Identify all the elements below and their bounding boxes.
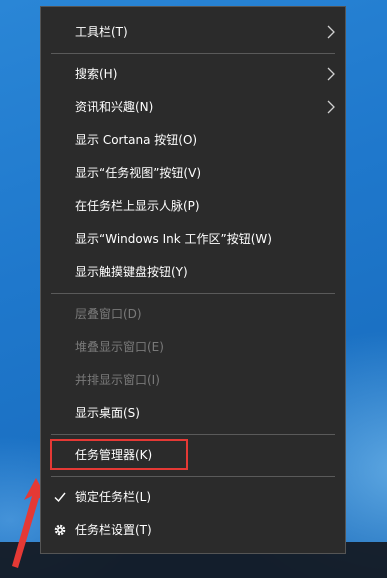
chevron-right-icon xyxy=(327,100,335,114)
menu-item-label: 资讯和兴趣(N) xyxy=(75,100,154,114)
menu-item-label: 并排显示窗口(I) xyxy=(75,373,160,387)
menu-item-label: 任务栏设置(T) xyxy=(75,523,152,537)
menu-item-label: 显示桌面(S) xyxy=(75,406,140,420)
menu-item-show-cortana[interactable]: 显示 Cortana 按钮(O) xyxy=(41,125,345,155)
menu-separator xyxy=(51,434,335,435)
chevron-right-icon xyxy=(327,67,335,81)
menu-item-show-people[interactable]: 在任务栏上显示人脉(P) xyxy=(41,191,345,221)
menu-item-show-desktop[interactable]: 显示桌面(S) xyxy=(41,398,345,428)
menu-separator xyxy=(51,293,335,294)
menu-item-cascade-windows: 层叠窗口(D) xyxy=(41,299,345,329)
menu-item-side-by-side-windows: 并排显示窗口(I) xyxy=(41,365,345,395)
menu-item-label: 搜索(H) xyxy=(75,67,118,81)
chevron-right-icon xyxy=(327,25,335,39)
menu-item-label: 显示“Windows Ink 工作区”按钮(W) xyxy=(75,232,272,246)
menu-item-news-interests[interactable]: 资讯和兴趣(N) xyxy=(41,92,345,122)
menu-item-label: 在任务栏上显示人脉(P) xyxy=(75,199,200,213)
gear-icon xyxy=(54,524,66,536)
menu-item-search[interactable]: 搜索(H) xyxy=(41,59,345,89)
menu-separator xyxy=(51,476,335,477)
menu-item-label: 堆叠显示窗口(E) xyxy=(75,340,164,354)
menu-item-stack-windows: 堆叠显示窗口(E) xyxy=(41,332,345,362)
menu-item-show-touch-keyboard[interactable]: 显示触摸键盘按钮(Y) xyxy=(41,257,345,287)
menu-item-show-windows-ink[interactable]: 显示“Windows Ink 工作区”按钮(W) xyxy=(41,224,345,254)
menu-item-label: 显示“任务视图”按钮(V) xyxy=(75,166,202,180)
menu-item-toolbars[interactable]: 工具栏(T) xyxy=(41,17,345,47)
taskbar-context-menu: 工具栏(T) 搜索(H) 资讯和兴趣(N) 显示 Cortana 按钮(O) 显… xyxy=(40,6,346,554)
menu-separator xyxy=(51,53,335,54)
menu-item-label: 工具栏(T) xyxy=(75,25,128,39)
menu-item-show-task-view[interactable]: 显示“任务视图”按钮(V) xyxy=(41,158,345,188)
highlight-box xyxy=(50,439,188,470)
menu-item-lock-taskbar[interactable]: 锁定任务栏(L) xyxy=(41,482,345,512)
checkmark-icon xyxy=(54,492,66,503)
menu-item-label: 显示 Cortana 按钮(O) xyxy=(75,133,198,147)
menu-item-taskbar-settings[interactable]: 任务栏设置(T) xyxy=(41,515,345,545)
menu-item-label: 显示触摸键盘按钮(Y) xyxy=(75,265,188,279)
menu-item-label: 锁定任务栏(L) xyxy=(75,490,152,504)
menu-item-label: 层叠窗口(D) xyxy=(75,307,142,321)
